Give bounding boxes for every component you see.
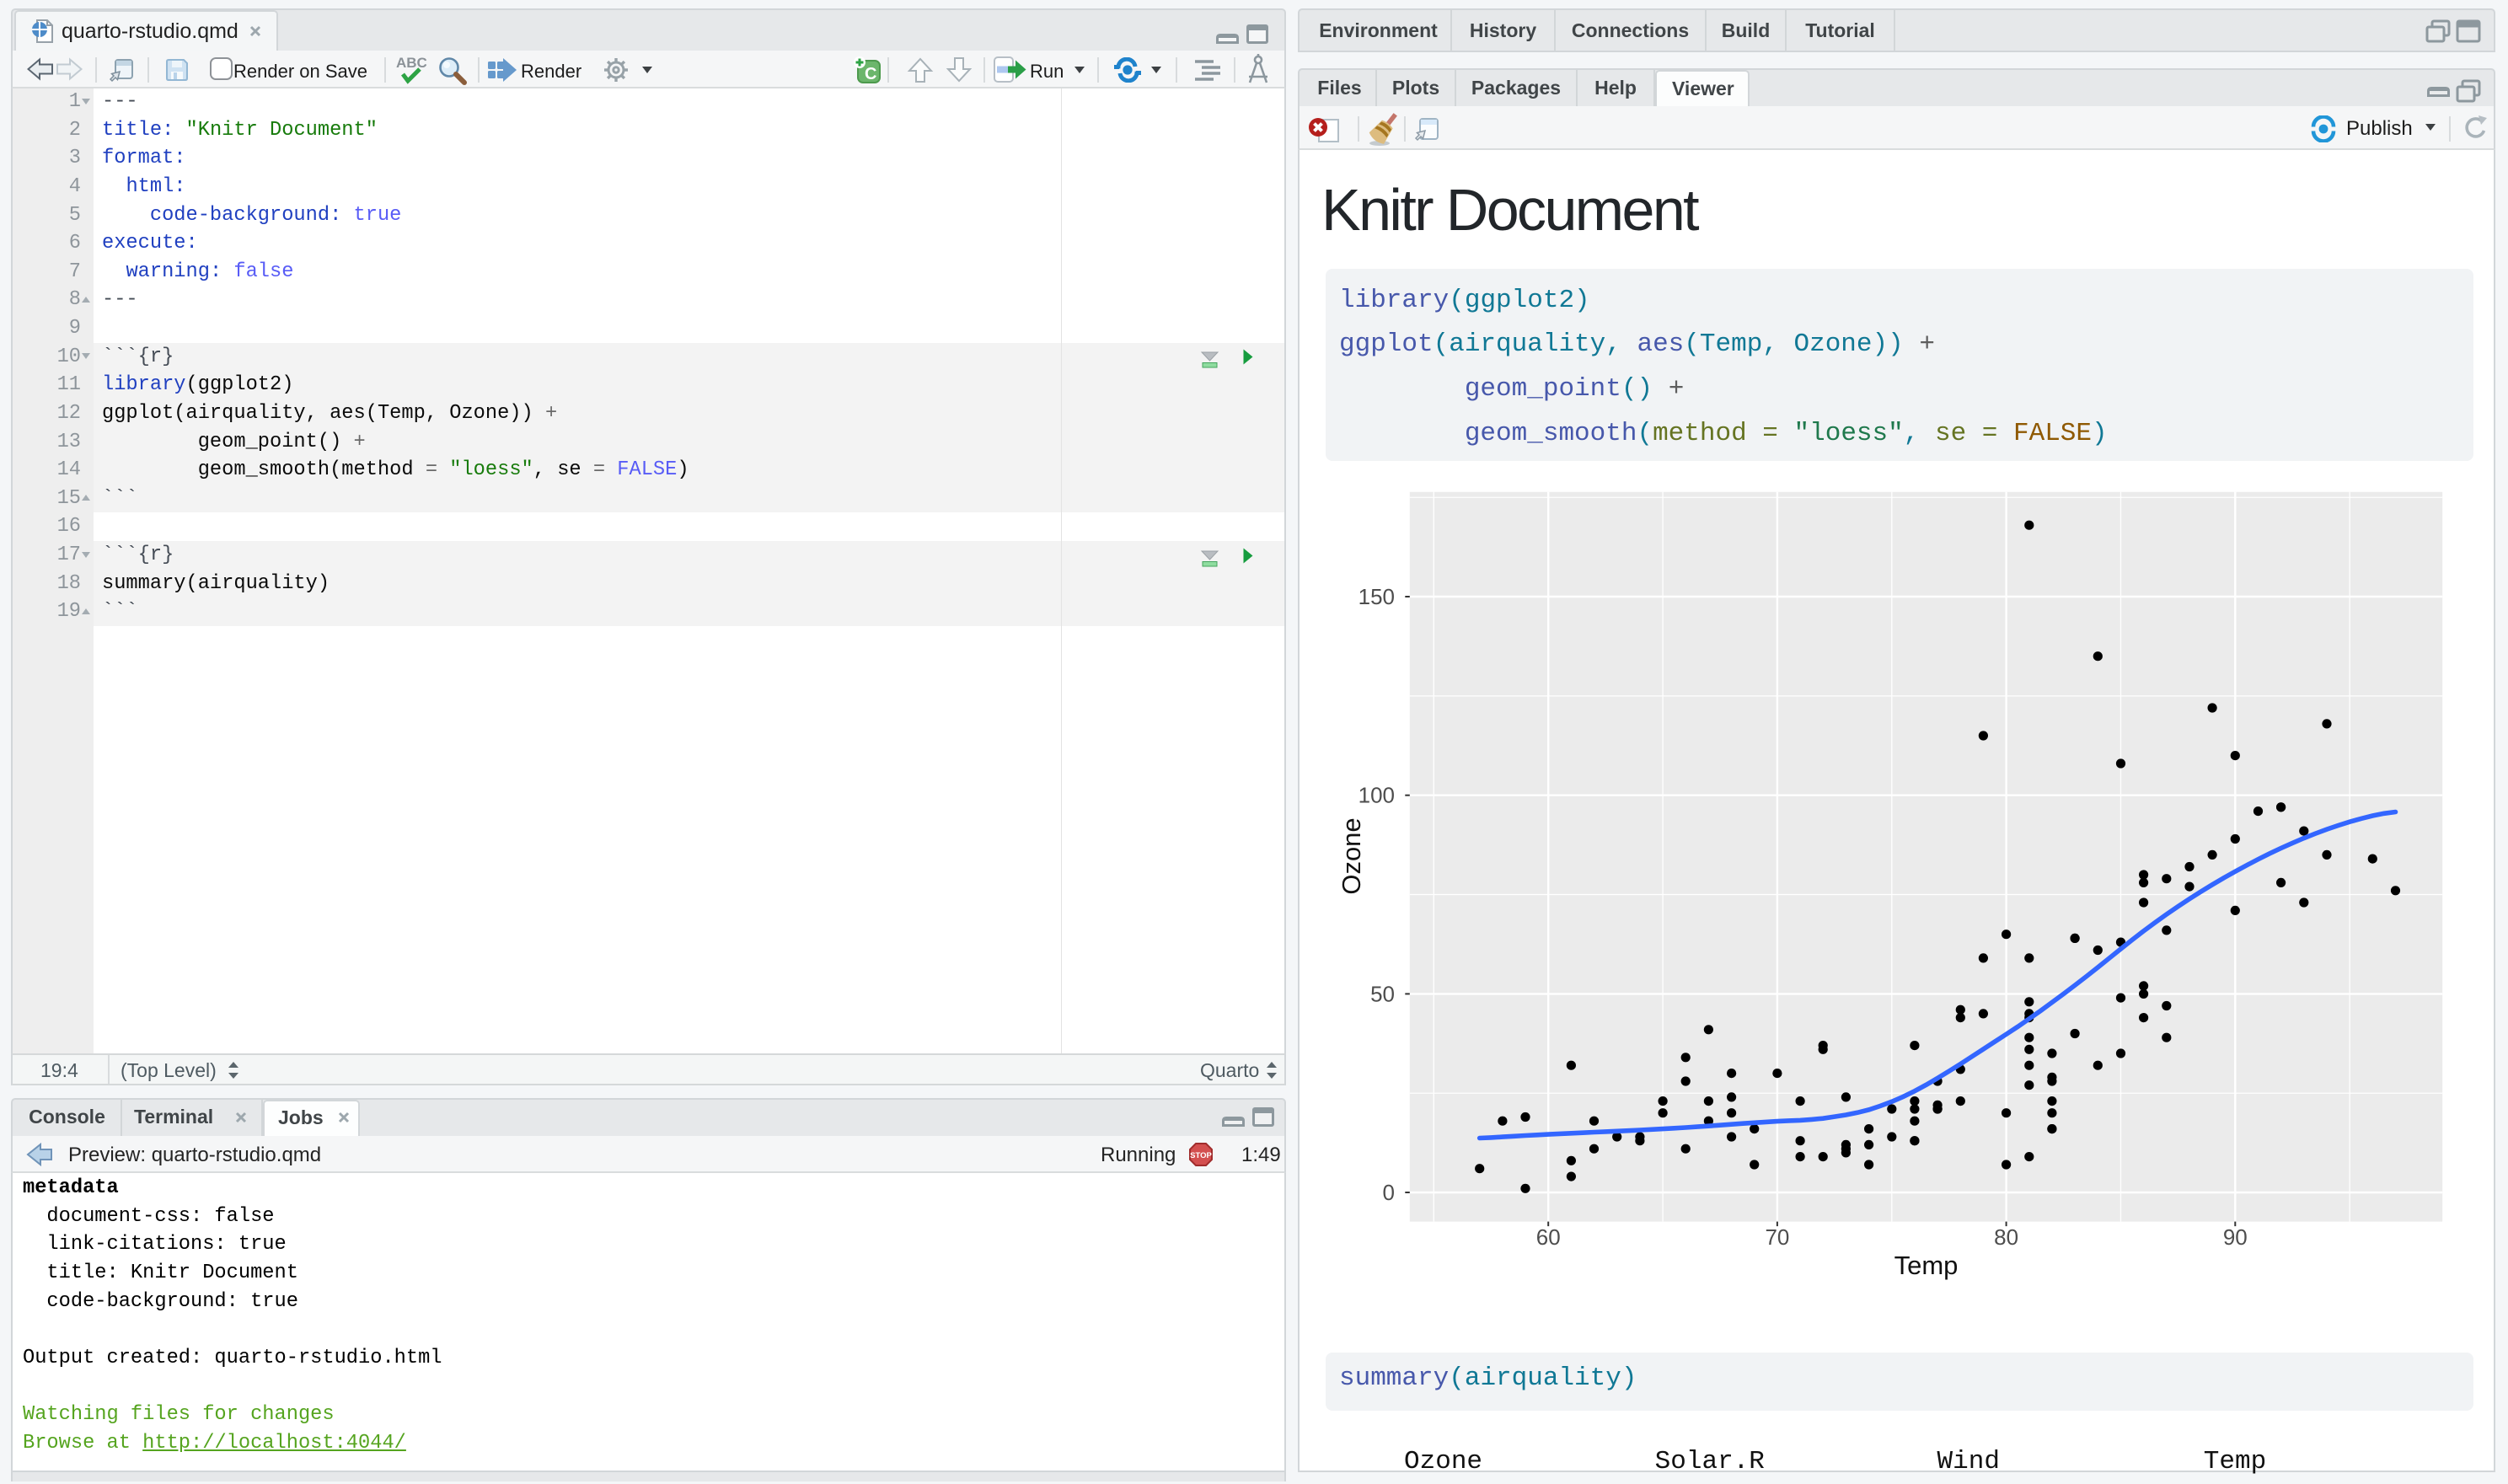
svg-text:70: 70	[1765, 1224, 1789, 1250]
svg-text:ABC: ABC	[396, 55, 427, 71]
svg-text:50: 50	[1370, 981, 1395, 1006]
svg-text:C: C	[865, 65, 876, 83]
svg-text:60: 60	[1536, 1224, 1561, 1250]
svg-text:Ozone: Ozone	[1337, 817, 1366, 894]
svg-text:100: 100	[1358, 783, 1395, 808]
svg-text:0: 0	[1383, 1180, 1395, 1205]
svg-text:STOP: STOP	[1190, 1151, 1212, 1160]
svg-text:Temp: Temp	[1894, 1251, 1959, 1280]
svg-text:90: 90	[2223, 1224, 2248, 1250]
svg-text:150: 150	[1358, 584, 1395, 609]
svg-text:80: 80	[1994, 1224, 2018, 1250]
